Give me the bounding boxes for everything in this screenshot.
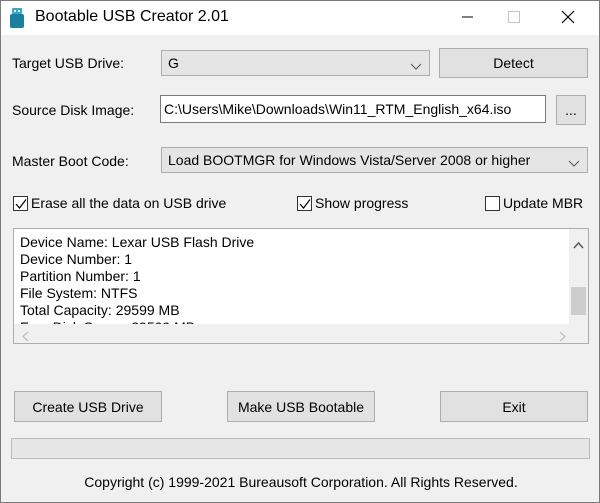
detect-button[interactable]: Detect [439,48,588,78]
close-icon [561,10,575,27]
checkbox-box[interactable] [297,195,312,211]
vertical-scrollbar[interactable] [569,229,588,338]
master-boot-code-label: Master Boot Code: [12,153,129,169]
erase-data-label: Erase all the data on USB drive [31,195,227,211]
source-image-input[interactable] [161,96,545,122]
make-usb-bootable-button[interactable]: Make USB Bootable [227,391,375,422]
maximize-button[interactable] [491,1,537,35]
window-title: Bootable USB Creator 2.01 [35,8,229,25]
info-line-device-name: Device Name: Lexar USB Flash Drive [20,234,255,250]
master-boot-code-value: Load BOOTMGR for Windows Vista/Server 20… [168,152,531,168]
chevron-down-icon [568,155,580,167]
title-bar[interactable]: Bootable USB Creator 2.01 [1,1,599,35]
scroll-left-icon[interactable] [21,329,29,345]
checkbox-box[interactable] [13,195,28,211]
master-boot-code-select[interactable]: Load BOOTMGR for Windows Vista/Server 20… [161,147,588,173]
target-drive-label: Target USB Drive: [12,55,125,71]
source-image-field[interactable] [160,95,546,123]
info-line-device-number: Device Number: 1 [20,251,133,267]
app-window: Bootable USB Creator 2.01 Target USB Dri… [0,0,600,503]
create-usb-drive-button[interactable]: Create USB Drive [14,391,162,422]
horizontal-scrollbar[interactable] [14,324,588,343]
close-button[interactable] [545,1,591,35]
checkmark-icon [299,198,311,209]
minimize-icon [462,10,474,26]
device-info-box[interactable]: Device Name: Lexar USB Flash Drive Devic… [13,228,589,344]
erase-data-checkbox[interactable]: Erase all the data on USB drive [13,195,226,211]
show-progress-label: Show progress [315,195,409,211]
usb-drive-icon [10,8,24,28]
info-line-total-capacity: Total Capacity: 29599 MB [20,302,180,318]
info-line-file-system: File System: NTFS [20,285,138,301]
update-mbr-label: Update MBR [503,195,584,211]
minimize-button[interactable] [445,1,491,35]
source-image-label: Source Disk Image: [12,102,135,118]
vertical-scroll-thumb[interactable] [571,287,586,315]
checkmark-icon [15,198,27,209]
copyright-text: Copyright (c) 1999-2021 Bureausoft Corpo… [84,474,518,490]
target-drive-select[interactable]: G [161,50,430,76]
exit-button[interactable]: Exit [440,391,588,422]
progress-bar [11,438,590,459]
scroll-right-icon[interactable] [559,329,567,345]
maximize-icon [508,10,520,26]
chevron-down-icon [410,58,422,70]
update-mbr-checkbox[interactable]: Update MBR [485,195,583,211]
device-info-text: Device Name: Lexar USB Flash Drive Devic… [20,234,254,336]
scroll-up-icon[interactable] [573,236,584,252]
info-line-partition-number: Partition Number: 1 [20,268,141,284]
checkbox-box[interactable] [485,195,500,211]
show-progress-checkbox[interactable]: Show progress [297,195,408,211]
target-drive-value: G [168,55,179,71]
browse-button[interactable]: ... [556,95,586,125]
